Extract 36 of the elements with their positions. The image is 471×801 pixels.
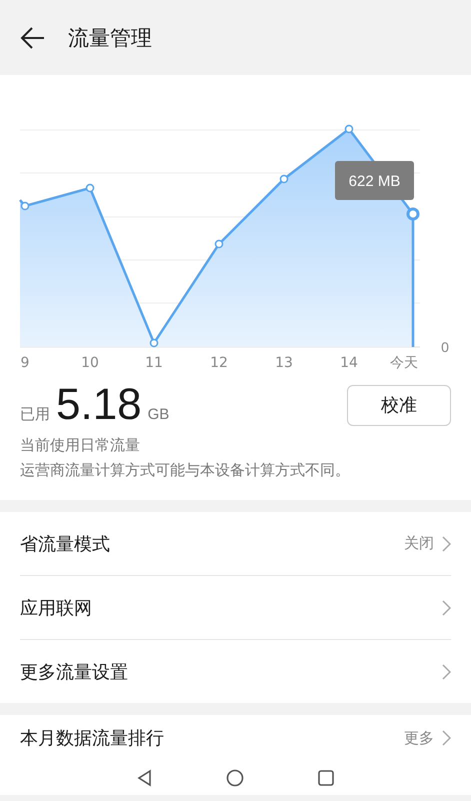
settings-item[interactable]: 省流量模式	[20, 532, 110, 556]
x-axis-label: 12	[210, 355, 228, 371]
used-label: 已用	[20, 405, 50, 424]
more-link[interactable]: 更多	[404, 728, 434, 748]
x-axis-label: 11	[145, 355, 163, 371]
square-icon[interactable]	[316, 769, 335, 787]
back-arrow-icon[interactable]	[20, 24, 46, 50]
x-axis-label: 14	[340, 355, 358, 371]
x-axis-label: 10	[81, 355, 99, 371]
data-point	[214, 240, 224, 248]
data-point	[280, 174, 288, 184]
info-text: 运营商流量计算方式可能与本设备计算方式不同。	[20, 461, 351, 480]
chevron-right-icon	[442, 600, 451, 616]
chevron-right-icon	[442, 664, 451, 680]
x-axis-label: 13	[275, 355, 293, 371]
value-tooltip: 622 MB	[335, 161, 414, 200]
data-point	[20, 202, 30, 210]
data-point	[86, 184, 94, 192]
chevron-right-icon	[442, 536, 451, 552]
x-axis-label: 9	[20, 355, 30, 371]
ranking-title: 本月数据流量排行	[20, 727, 164, 750]
y-axis-label: 0	[441, 339, 449, 355]
used-amount: 5.18	[56, 380, 142, 430]
settings-item[interactable]: 更多流量设置	[20, 660, 128, 684]
data-point	[150, 338, 158, 348]
x-axis-label: 今天	[390, 355, 418, 371]
used-unit: GB	[148, 406, 170, 423]
setting-value: 关闭	[404, 534, 434, 553]
info-text: 当前使用日常流量	[20, 436, 141, 455]
home-circle-icon[interactable]	[226, 769, 244, 787]
calibrate-button[interactable]: 校准	[347, 384, 451, 426]
selected-data-point	[406, 208, 420, 220]
chevron-right-icon	[442, 730, 451, 746]
settings-item[interactable]: 应用联网	[20, 596, 92, 620]
page-title: 流量管理	[68, 24, 152, 52]
data-point	[344, 124, 354, 134]
